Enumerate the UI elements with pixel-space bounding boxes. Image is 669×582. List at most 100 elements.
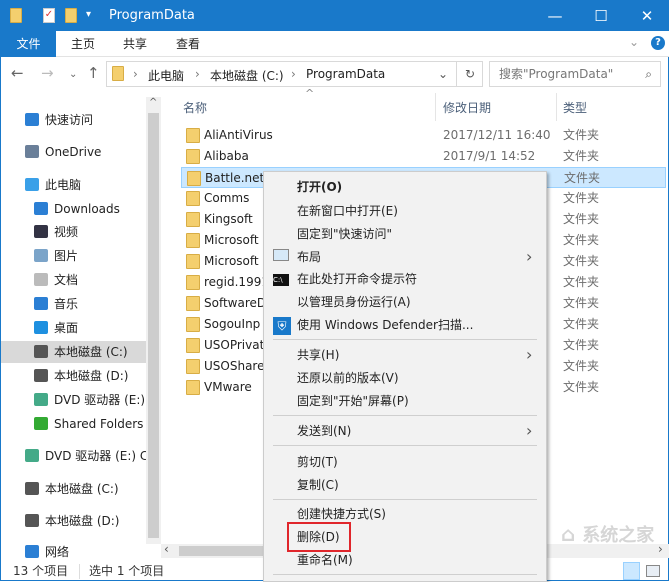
address-bar[interactable]: › 此电脑 › 本地磁盘 (C:) › ProgramData ⌄ ↻ — [106, 61, 483, 87]
column-name[interactable]: 名称 — [183, 99, 207, 116]
tab-view[interactable]: 查看 — [162, 31, 214, 57]
sidebar-item[interactable]: 快速访问 — [1, 109, 146, 131]
file-type: 文件夹 — [563, 380, 600, 394]
file-type: 文件夹 — [563, 338, 600, 352]
maximize-button[interactable]: ☐ — [578, 1, 624, 31]
folder-icon — [186, 191, 200, 206]
folder-icon — [186, 212, 200, 227]
column-header: ^ 名称 修改日期 类型 — [161, 87, 669, 121]
search-input[interactable]: 搜索"ProgramData" ⌕ — [489, 61, 661, 87]
breadcrumb-separator: › — [195, 67, 200, 81]
chevron-right-icon: › — [526, 345, 533, 364]
file-name: Microsoft — [204, 233, 259, 247]
folder-icon — [112, 66, 124, 81]
music-icon — [34, 297, 48, 310]
sidebar-item[interactable]: 桌面 — [1, 317, 146, 339]
sidebar-item[interactable]: DVD 驱动器 (E:) — [1, 389, 146, 411]
breadcrumb-this-pc[interactable]: 此电脑 — [148, 67, 184, 84]
file-name: USOShare — [204, 359, 265, 373]
minimize-button[interactable]: — — [532, 1, 578, 31]
breadcrumb-drive-c[interactable]: 本地磁盘 (C:) — [210, 67, 284, 84]
context-menu-item[interactable]: 打开(O) — [297, 176, 342, 198]
sidebar-item[interactable]: DVD 驱动器 (E:) C — [1, 445, 149, 467]
menu-separator — [273, 574, 537, 575]
file-name: Battle.net — [205, 171, 265, 185]
large-icons-view-icon[interactable] — [646, 565, 660, 577]
sidebar-item[interactable]: 图片 — [1, 245, 146, 267]
folder-icon — [10, 8, 22, 23]
documents-icon — [34, 273, 48, 286]
sidebar-item[interactable]: 本地磁盘 (C:) — [1, 341, 146, 363]
expand-ribbon-icon[interactable]: ⌄ — [629, 35, 639, 49]
close-button[interactable]: ✕ — [624, 1, 669, 31]
ribbon: 文件 主页 共享 查看 ⌄ ? — [1, 31, 669, 57]
file-name: VMware — [204, 380, 252, 394]
refresh-button[interactable]: ↻ — [456, 62, 483, 86]
search-placeholder: 搜索"ProgramData" — [499, 67, 614, 81]
details-view-icon[interactable] — [623, 562, 640, 580]
sidebar-item-label: 快速访问 — [45, 113, 94, 127]
context-menu-item[interactable]: 在此处打开命令提示符 — [297, 268, 417, 290]
scrollbar-thumb[interactable] — [148, 113, 159, 538]
folder-icon — [186, 317, 200, 332]
up-button[interactable]: ↑ — [87, 64, 100, 82]
context-menu-item[interactable]: 固定到"开始"屏幕(P) — [297, 390, 409, 412]
sidebar-item[interactable]: 此电脑 — [1, 174, 146, 196]
quick-access-dropdown-icon[interactable]: ▾ — [86, 9, 91, 20]
chevron-right-icon: › — [526, 247, 533, 266]
back-button[interactable]: ← — [11, 64, 24, 82]
sidebar-item[interactable]: OneDrive — [1, 141, 146, 163]
menu-separator — [273, 499, 537, 500]
column-date[interactable]: 修改日期 — [443, 99, 491, 116]
sidebar-item[interactable]: 视频 — [1, 221, 146, 243]
context-menu-item[interactable]: 布局 — [297, 246, 321, 268]
menu-separator — [273, 415, 537, 416]
context-menu-item[interactable]: 以管理员身份运行(A) — [297, 291, 411, 313]
folder-icon — [187, 171, 201, 186]
sidebar-item-label: DVD 驱动器 (E:) C — [45, 449, 149, 463]
context-menu-item[interactable]: 重命名(M) — [297, 549, 353, 571]
file-name: AliAntiVirus — [204, 128, 273, 142]
column-type[interactable]: 类型 — [563, 99, 587, 116]
tab-home[interactable]: 主页 — [57, 31, 109, 57]
sidebar-item[interactable]: Shared Folders — [1, 413, 146, 435]
file-row[interactable]: Alibaba 2017/9/1 14:52 文件夹 — [181, 146, 666, 167]
layout-icon — [273, 249, 289, 264]
sidebar-item[interactable]: 网络 — [1, 541, 146, 563]
context-menu-item[interactable]: 复制(C) — [297, 474, 339, 496]
forward-button[interactable]: → — [41, 64, 54, 82]
context-menu-item[interactable]: 共享(H) — [297, 344, 339, 366]
sidebar-item[interactable]: 文档 — [1, 269, 146, 291]
search-icon[interactable]: ⌕ — [645, 62, 652, 86]
sidebar-item[interactable]: 本地磁盘 (C:) — [1, 478, 146, 500]
properties-icon[interactable]: ✓ — [43, 8, 55, 23]
context-menu-item[interactable]: 剪切(T) — [297, 451, 338, 473]
file-row[interactable]: AliAntiVirus 2017/12/11 16:40 文件夹 — [181, 125, 666, 146]
cmd-icon: C:\ — [273, 271, 289, 286]
sidebar-item[interactable]: 本地磁盘 (D:) — [1, 365, 146, 387]
sidebar-item-label: Shared Folders — [54, 417, 144, 431]
context-menu-item[interactable]: 发送到(N) — [297, 420, 351, 442]
context-menu-item[interactable]: 使用 Windows Defender扫描... — [297, 314, 473, 336]
tab-share[interactable]: 共享 — [109, 31, 161, 57]
delete-highlight-box — [287, 522, 351, 552]
drive-c-icon — [34, 345, 48, 358]
drive-c-icon — [25, 482, 39, 495]
context-menu-item[interactable]: 在新窗口中打开(E) — [297, 200, 398, 222]
context-menu-item[interactable]: 固定到"快速访问" — [297, 223, 392, 245]
new-folder-icon[interactable] — [65, 8, 77, 23]
recent-locations-button[interactable]: ⌄ — [69, 69, 77, 80]
tab-file[interactable]: 文件 — [1, 31, 56, 57]
help-icon[interactable]: ? — [651, 36, 665, 50]
address-dropdown-icon[interactable]: ⌄ — [438, 67, 448, 81]
file-type: 文件夹 — [563, 317, 600, 331]
breadcrumb-separator: › — [133, 67, 138, 81]
breadcrumb-programdata[interactable]: ProgramData — [306, 67, 385, 81]
sidebar-item[interactable]: Downloads — [1, 198, 146, 220]
sidebar-item-label: 此电脑 — [45, 178, 82, 192]
sidebar-item[interactable]: 音乐 — [1, 293, 146, 315]
context-menu-item[interactable]: 还原以前的版本(V) — [297, 367, 399, 389]
file-type: 文件夹 — [563, 275, 600, 289]
sidebar-item[interactable]: 本地磁盘 (D:) — [1, 510, 146, 532]
context-menu: 打开(O) 在新窗口中打开(E) 固定到"快速访问" 布局 › C:\ 在此处打开命令提示符… — [263, 171, 547, 582]
